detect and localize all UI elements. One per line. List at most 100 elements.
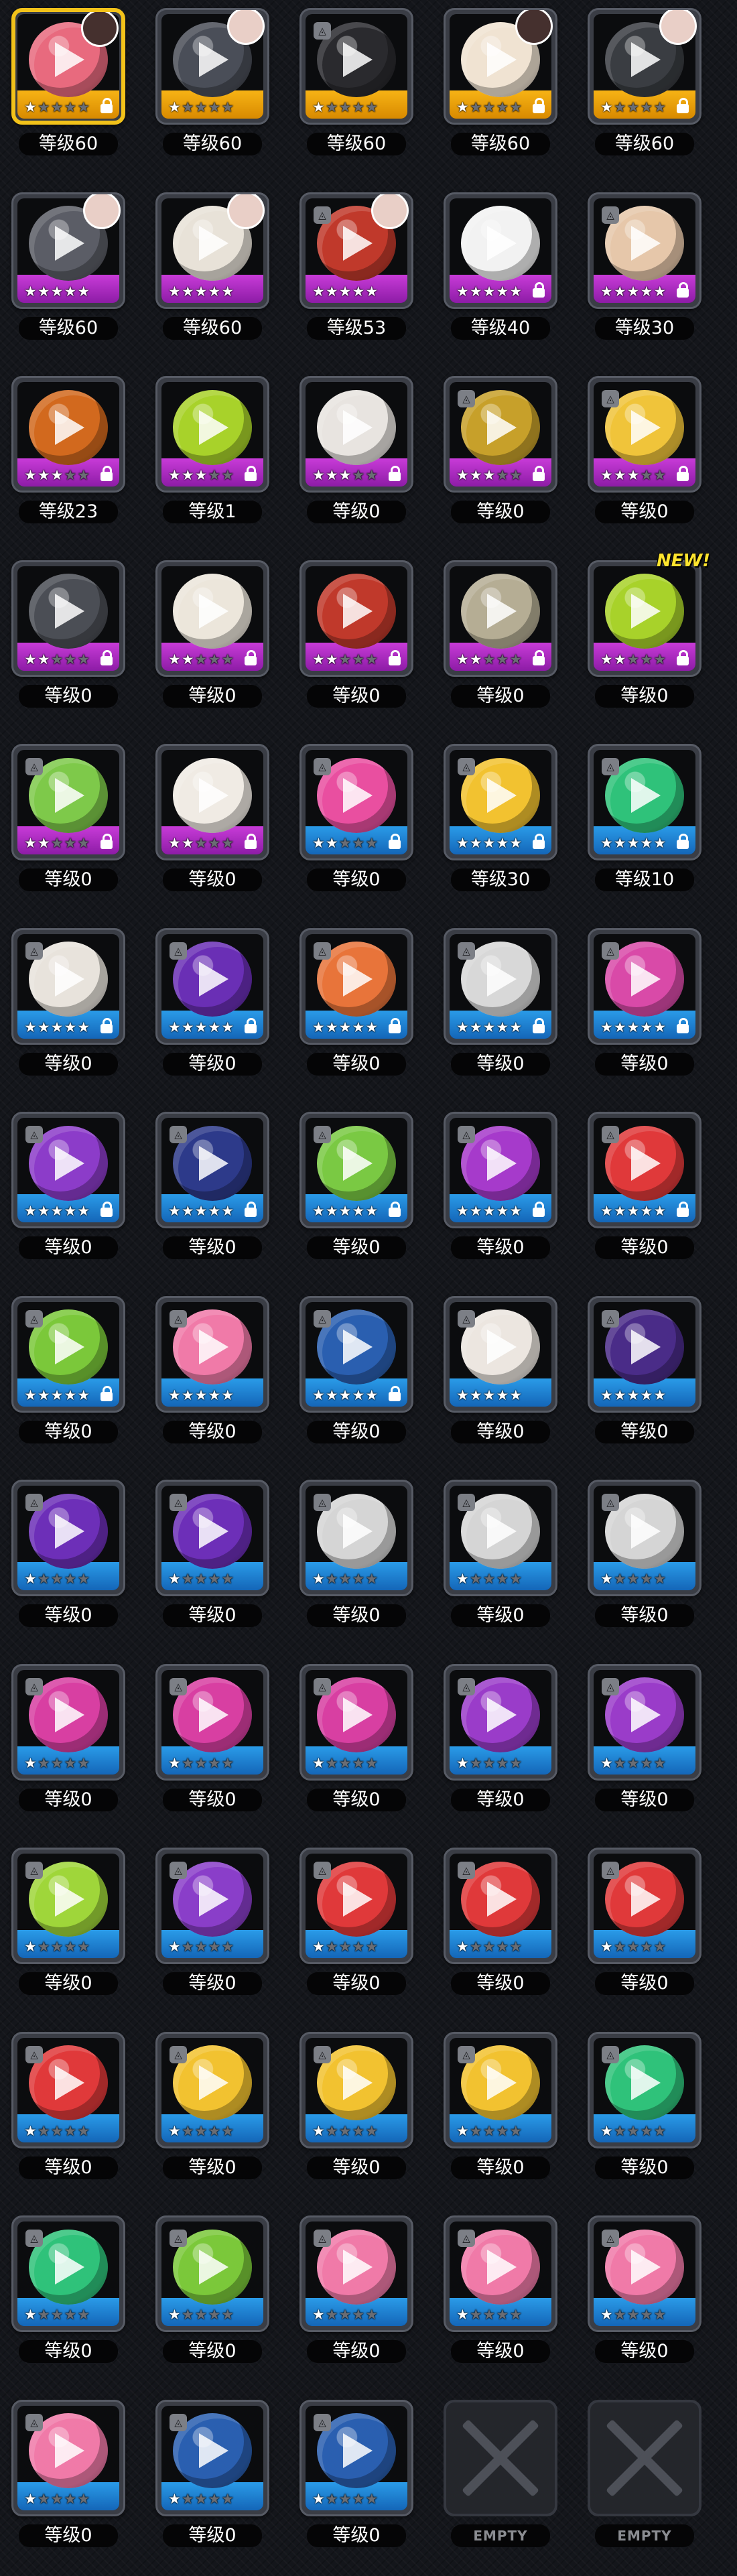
- ball-card[interactable]: ★★★★★ ◬ 等级0: [8, 2024, 129, 2185]
- ball-tile[interactable]: ★★★★★ ◬: [299, 927, 413, 1045]
- ball-card[interactable]: ★★★★★ 等级1: [152, 368, 273, 529]
- ball-tile[interactable]: ★★★★★ ◬: [11, 2031, 125, 2148]
- ball-tile[interactable]: ★★★★★ ◬: [588, 1663, 701, 1781]
- ball-card[interactable]: ★★★★★ ◬ 等级0: [440, 1104, 561, 1265]
- ball-card[interactable]: ★★★★★ ◬ 等级0: [8, 920, 129, 1081]
- ball-tile[interactable]: ★★★★★ ◬: [299, 2399, 413, 2516]
- ball-tile[interactable]: ★★★★★ ◬: [588, 1112, 701, 1228]
- ball-card[interactable]: ★★★★★ ◬ 等级0: [152, 2207, 273, 2368]
- ball-card[interactable]: ★★★★★ ◬ 等级0: [296, 1840, 417, 2000]
- ball-tile[interactable]: ★★★★★ ◬: [299, 8, 413, 125]
- ball-tile[interactable]: ★★★★★ ◬: [299, 192, 413, 309]
- ball-card[interactable]: ★★★★★ NEW! 等级0: [584, 551, 710, 713]
- ball-tile[interactable]: ★★★★★ ◬: [11, 2399, 125, 2516]
- ball-card[interactable]: ★★★★★ ◬ 等级0: [152, 1656, 273, 1817]
- ball-tile[interactable]: ★★★★★ ◬: [155, 927, 269, 1045]
- ball-card[interactable]: ★★★★★ 等级0: [8, 552, 129, 713]
- ball-tile[interactable]: ★★★★★ ◬: [588, 1480, 701, 1596]
- ball-tile[interactable]: ★★★★★ ◬: [588, 376, 701, 493]
- ball-card[interactable]: ★★★★★ ◬ 等级0: [8, 1104, 129, 1265]
- ball-tile[interactable]: ★★★★★: [11, 376, 125, 493]
- ball-card[interactable]: ★★★★★ ◬ 等级0: [584, 368, 705, 529]
- ball-card[interactable]: ★★★★★ ◬ 等级53: [296, 184, 417, 345]
- ball-card[interactable]: ★★★★★ ◬ 等级0: [152, 1104, 273, 1265]
- ball-tile[interactable]: ★★★★★ ◬: [444, 1663, 557, 1781]
- ball-card[interactable]: ★★★★★ 等级60: [8, 0, 129, 161]
- ball-card[interactable]: ★★★★★ ◬ 等级0: [440, 2024, 561, 2185]
- ball-tile[interactable]: ★★★★★ ◬: [299, 1663, 413, 1781]
- ball-tile[interactable]: ★★★★★ ◬: [155, 1112, 269, 1228]
- ball-card[interactable]: ★★★★★ ◬ 等级0: [152, 2392, 273, 2553]
- ball-tile[interactable]: ★★★★★ ◬: [299, 1480, 413, 1596]
- ball-card[interactable]: ★★★★★ ◬ 等级0: [152, 2024, 273, 2185]
- ball-tile[interactable]: ★★★★★ ◬: [588, 744, 701, 860]
- ball-tile[interactable]: ★★★★★ ◬: [299, 744, 413, 860]
- ball-tile[interactable]: ★★★★★: [155, 560, 269, 677]
- ball-tile[interactable]: ★★★★★: [155, 376, 269, 493]
- ball-tile[interactable]: ★★★★★ ◬: [155, 2215, 269, 2332]
- ball-card[interactable]: ★★★★★ ◬ 等级0: [584, 920, 705, 1081]
- ball-tile[interactable]: ★★★★★ ◬: [444, 376, 557, 493]
- ball-tile[interactable]: ★★★★★: [444, 8, 557, 125]
- ball-card[interactable]: ★★★★★ ◬ 等级0: [296, 920, 417, 1081]
- ball-tile[interactable]: ★★★★★: [299, 560, 413, 677]
- ball-tile[interactable]: ★★★★★ ◬: [11, 927, 125, 1045]
- ball-tile[interactable]: ★★★★★ ◬: [155, 1295, 269, 1413]
- ball-card[interactable]: ★★★★★ 等级60: [584, 0, 705, 161]
- ball-card[interactable]: ★★★★★ ◬ 等级0: [584, 1472, 705, 1632]
- ball-card[interactable]: ★★★★★ 等级0: [152, 736, 273, 897]
- ball-tile[interactable]: ★★★★★ ◬: [11, 1112, 125, 1228]
- ball-card[interactable]: ★★★★★ ◬ 等级0: [296, 1104, 417, 1265]
- ball-card[interactable]: ★★★★★ ◬ 等级0: [440, 1288, 561, 1449]
- ball-card[interactable]: ★★★★★ ◬ 等级0: [440, 1656, 561, 1817]
- ball-tile[interactable]: ★★★★★ ◬: [588, 2215, 701, 2332]
- ball-card[interactable]: ★★★★★ ◬ 等级0: [440, 2207, 561, 2368]
- ball-card[interactable]: ★★★★★ ◬ 等级0: [584, 2207, 705, 2368]
- ball-card[interactable]: ★★★★★ 等级60: [440, 0, 561, 161]
- ball-card[interactable]: ★★★★★ 等级60: [152, 184, 273, 345]
- ball-card[interactable]: ★★★★★ ◬ 等级0: [584, 1656, 705, 1817]
- ball-card[interactable]: ★★★★★ ◬ 等级0: [8, 1288, 129, 1449]
- ball-card[interactable]: ★★★★★ 等级0: [152, 552, 273, 713]
- ball-tile[interactable]: ★★★★★ ◬: [444, 1848, 557, 1964]
- ball-card[interactable]: ★★★★★ ◬ 等级0: [296, 1656, 417, 1817]
- ball-card[interactable]: ★★★★★ ◬ 等级0: [440, 1472, 561, 1632]
- ball-tile[interactable]: ★★★★★ ◬: [444, 927, 557, 1045]
- ball-card[interactable]: ★★★★★ ◬ 等级10: [584, 736, 705, 897]
- ball-tile[interactable]: ★★★★★ ◬: [11, 1663, 125, 1781]
- ball-tile[interactable]: ★★★★★ ◬: [299, 1295, 413, 1413]
- ball-tile[interactable]: ★★★★★: [155, 8, 269, 125]
- ball-tile[interactable]: ★★★★★ ◬: [444, 744, 557, 860]
- ball-card[interactable]: ★★★★★ ◬ 等级0: [296, 1472, 417, 1632]
- ball-card[interactable]: ★★★★★ ◬ 等级30: [584, 184, 705, 345]
- empty-slot[interactable]: EMPTY: [584, 2392, 705, 2553]
- ball-tile[interactable]: ★★★★★ ◬: [11, 1295, 125, 1413]
- ball-card[interactable]: ★★★★★ ◬ 等级0: [584, 1104, 705, 1265]
- ball-card[interactable]: ★★★★★ 等级0: [296, 368, 417, 529]
- ball-tile[interactable]: ★★★★★ ◬: [444, 2031, 557, 2148]
- ball-card[interactable]: ★★★★★ ◬ 等级0: [8, 1840, 129, 2000]
- ball-card[interactable]: ★★★★★ ◬ 等级0: [8, 736, 129, 897]
- ball-card[interactable]: ★★★★★ 等级60: [152, 0, 273, 161]
- ball-tile-selected[interactable]: ★★★★★: [11, 8, 125, 125]
- ball-tile[interactable]: ★★★★★ ◬: [444, 1480, 557, 1596]
- ball-card[interactable]: ★★★★★ ◬ 等级0: [584, 2024, 705, 2185]
- ball-tile[interactable]: ★★★★★: [444, 192, 557, 309]
- ball-tile[interactable]: ★★★★★ ◬: [155, 2399, 269, 2516]
- ball-card[interactable]: ★★★★★ ◬ 等级0: [296, 736, 417, 897]
- ball-card[interactable]: ★★★★★ 等级0: [440, 552, 561, 713]
- ball-tile[interactable]: ★★★★★: [588, 8, 701, 125]
- ball-card[interactable]: ★★★★★ ◬ 等级0: [296, 1288, 417, 1449]
- ball-card[interactable]: ★★★★★ 等级23: [8, 368, 129, 529]
- ball-tile[interactable]: ★★★★★: [444, 560, 557, 677]
- ball-card[interactable]: ★★★★★ ◬ 等级0: [440, 920, 561, 1081]
- ball-tile[interactable]: ★★★★★: [155, 192, 269, 309]
- ball-tile[interactable]: ★★★★★ ◬: [299, 1112, 413, 1228]
- ball-card[interactable]: ★★★★★ ◬ 等级0: [152, 1288, 273, 1449]
- ball-card[interactable]: ★★★★★ ◬ 等级0: [440, 368, 561, 529]
- ball-tile[interactable]: ★★★★★: [11, 560, 125, 677]
- ball-tile[interactable]: ★★★★★ ◬: [588, 192, 701, 309]
- empty-slot[interactable]: EMPTY: [440, 2392, 561, 2553]
- ball-card[interactable]: ★★★★★ ◬ 等级0: [584, 1288, 705, 1449]
- ball-card[interactable]: ★★★★★ 等级40: [440, 184, 561, 345]
